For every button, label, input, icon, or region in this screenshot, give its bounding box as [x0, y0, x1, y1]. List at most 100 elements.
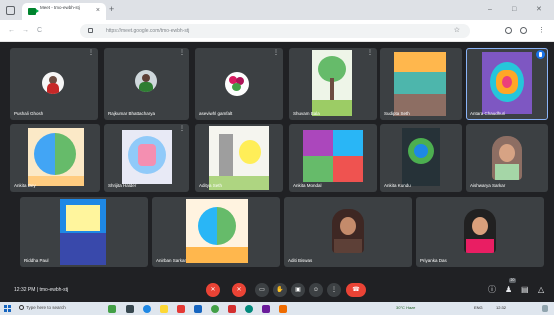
- participant-tile[interactable]: ⋮ Pushali Ghosh: [10, 48, 98, 120]
- file-explorer-icon[interactable]: [160, 305, 168, 313]
- participant-name: Pushali Ghosh: [14, 111, 44, 116]
- app-icon[interactable]: [262, 305, 270, 313]
- tab-title: Meet - tmo-ewbh-stj: [40, 5, 80, 10]
- participant-name: Riddha Paul: [24, 258, 49, 263]
- app-icon[interactable]: [177, 305, 185, 313]
- os-taskbar: Type here to search 30°C Haze ENG 12:32: [0, 302, 554, 315]
- raise-hand-button[interactable]: ✋: [273, 283, 287, 297]
- captions-button[interactable]: ▭: [255, 283, 269, 297]
- participant-tile[interactable]: Anirban Sarkar: [152, 197, 280, 267]
- artwork-image: [186, 199, 248, 263]
- participant-tile[interactable]: Aditi Biswas: [284, 197, 412, 267]
- participant-tile[interactable]: Sudipta Seth: [380, 48, 462, 120]
- windows-start-icon[interactable]: [4, 305, 11, 312]
- taskbar-search[interactable]: Type here to search: [17, 303, 99, 314]
- app-icon[interactable]: [194, 305, 202, 313]
- search-icon: [19, 305, 24, 310]
- new-tab-button[interactable]: +: [109, 5, 114, 14]
- participant-menu-icon[interactable]: ⋮: [179, 50, 185, 57]
- participant-name: Aishwarya Sarkar: [470, 183, 506, 188]
- chrome-icon[interactable]: [211, 305, 219, 313]
- weather-widget[interactable]: 30°C Haze: [396, 305, 415, 311]
- screen: Meet - tmo-ewbh-stj × + – □ ✕ ← → C http…: [0, 0, 554, 315]
- participant-tile[interactable]: ⋮ aseviwhl gamfalt: [195, 48, 283, 120]
- participant-tile[interactable]: Priyanka Das: [416, 197, 544, 267]
- present-button[interactable]: ▣: [291, 283, 305, 297]
- meeting-code: tmo-ewbh-stj: [39, 287, 69, 293]
- browser-tab-meet[interactable]: Meet - tmo-ewbh-stj ×: [22, 3, 106, 20]
- reactions-icon: ☺: [312, 287, 320, 293]
- browser-toolbar: ← → C https://meet.google.com/tmo-ewbh-s…: [0, 20, 554, 42]
- mic-off-button[interactable]: ✕: [206, 283, 220, 297]
- menu-dots-icon[interactable]: ⋮: [538, 26, 545, 35]
- participant-count-badge: 20: [509, 278, 516, 283]
- close-tab-icon[interactable]: ×: [96, 7, 100, 15]
- lock-icon: [88, 28, 93, 33]
- participant-menu-icon[interactable]: ⋮: [367, 50, 373, 57]
- task-view-icon[interactable]: [126, 305, 134, 313]
- participant-tile[interactable]: ⋮ Shuvam Bala: [289, 48, 377, 120]
- temperature: 30°C: [396, 305, 405, 310]
- meeting-info-icon[interactable]: ⓘ: [488, 285, 496, 295]
- artwork-image: [303, 130, 363, 182]
- chat-icon[interactable]: ▤: [521, 285, 529, 295]
- forward-button[interactable]: →: [22, 26, 29, 35]
- leave-call-button[interactable]: ☎: [346, 283, 366, 297]
- camera-off-button[interactable]: ✕: [232, 283, 246, 297]
- artwork-image: [312, 50, 352, 116]
- taskbar-search-placeholder[interactable]: Type here to search: [26, 305, 66, 311]
- participant-tile[interactable]: Ankita Dey: [10, 124, 100, 192]
- participant-menu-icon[interactable]: ⋮: [179, 126, 185, 133]
- participant-menu-icon[interactable]: ⋮: [88, 50, 94, 57]
- artwork-image: [394, 52, 446, 116]
- participant-tile[interactable]: Aishwarya Sarkar: [466, 124, 548, 192]
- avatar: [135, 70, 157, 92]
- notification-icon[interactable]: [542, 305, 548, 312]
- maximize-button[interactable]: □: [512, 6, 516, 14]
- more-options-button[interactable]: ⋮: [327, 283, 341, 297]
- avatar: [225, 72, 249, 96]
- bookmark-star-icon[interactable]: ☆: [454, 26, 460, 35]
- artwork-image: [482, 52, 532, 114]
- profile-icon[interactable]: [520, 27, 527, 34]
- participant-name: Ankita Dey: [14, 183, 36, 188]
- camera-feed: [332, 209, 364, 253]
- edge-icon[interactable]: [143, 305, 151, 313]
- participant-name: Shuvam Bala: [293, 111, 320, 116]
- camera-feed: [492, 136, 522, 180]
- weather-label: Haze: [406, 305, 416, 310]
- meeting-details: 12:32 PM | tmo-ewbh-stj: [14, 287, 68, 294]
- minimize-button[interactable]: –: [488, 6, 492, 14]
- participant-tile[interactable]: Ankita Mondal: [289, 124, 377, 192]
- participant-name: Aditya Seth: [199, 183, 223, 188]
- language-indicator[interactable]: ENG: [474, 305, 483, 311]
- people-icon[interactable]: ♟: [505, 285, 512, 295]
- close-window-button[interactable]: ✕: [536, 6, 542, 14]
- participant-tile[interactable]: Ankita Kundu: [380, 124, 462, 192]
- participant-tile[interactable]: ⋮ Shrijita Halder: [104, 124, 189, 192]
- reactions-button[interactable]: ☺: [309, 283, 323, 297]
- participant-tile[interactable]: Aditya Seth: [195, 124, 283, 192]
- app-icon[interactable]: [279, 305, 287, 313]
- mic-off-icon: ✕: [210, 287, 216, 293]
- artwork-image: [122, 130, 172, 184]
- back-button[interactable]: ←: [8, 26, 15, 35]
- artwork-image: [209, 126, 269, 190]
- tab-search-icon[interactable]: [6, 6, 15, 15]
- raise-hand-icon: ✋: [276, 287, 284, 293]
- participant-name: Sudipta Seth: [384, 111, 410, 116]
- participant-tile[interactable]: ⋮ Rajkumar Bhattacharya: [104, 48, 189, 120]
- address-bar[interactable]: https://meet.google.com/tmo-ewbh-stj ☆: [80, 24, 470, 38]
- clock[interactable]: 12:32: [496, 305, 506, 311]
- address-url[interactable]: https://meet.google.com/tmo-ewbh-stj: [106, 27, 189, 35]
- whatsapp-icon[interactable]: [245, 305, 253, 313]
- participant-tile-active[interactable]: Antara Chaudhuri: [466, 48, 548, 120]
- participant-menu-icon[interactable]: ⋮: [273, 50, 279, 57]
- extensions-icon[interactable]: [505, 27, 512, 34]
- participant-tile[interactable]: Riddha Paul: [20, 197, 148, 267]
- app-icon[interactable]: [108, 305, 116, 313]
- reload-button[interactable]: C: [37, 26, 42, 35]
- app-icon[interactable]: [228, 305, 236, 313]
- participant-name: Anirban Sarkar: [156, 258, 187, 263]
- activities-icon[interactable]: △: [538, 285, 544, 295]
